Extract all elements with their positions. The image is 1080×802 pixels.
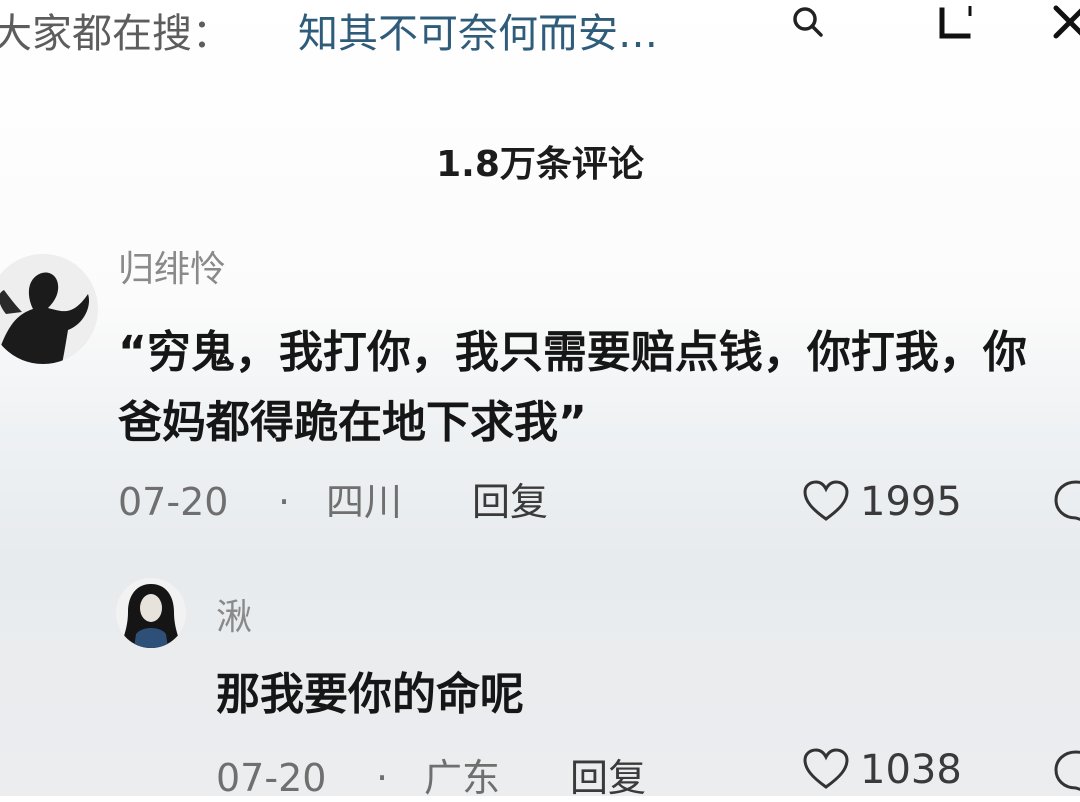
- comment-location: 广东: [424, 756, 501, 800]
- reply-button[interactable]: 回复: [472, 478, 548, 526]
- like-button[interactable]: 1995: [802, 476, 982, 528]
- like-count: 1995: [860, 479, 962, 525]
- heart-icon: [803, 480, 849, 521]
- search-bar[interactable]: 大家都在搜： 知其不可奈何而安…: [0, 0, 1080, 70]
- comment-date: 07-20: [216, 756, 327, 800]
- comment-icon[interactable]: [1052, 748, 1080, 796]
- search-icon[interactable]: [790, 4, 826, 40]
- comment-count-title: 1.8万条评论: [436, 144, 644, 185]
- comment-username[interactable]: 湫: [216, 596, 252, 640]
- avatar[interactable]: [116, 578, 186, 648]
- avatar[interactable]: [0, 254, 98, 364]
- meta-separator: ·: [278, 480, 291, 524]
- hot-search-query[interactable]: 知其不可奈何而安…: [298, 8, 658, 60]
- like-button[interactable]: 1038: [802, 744, 982, 796]
- like-count: 1038: [860, 747, 962, 793]
- comment-text: 那我要你的命呢: [216, 669, 524, 720]
- minimize-icon[interactable]: [936, 4, 976, 44]
- comment-date: 07-20: [118, 480, 229, 524]
- comment-username[interactable]: 归绯怜: [118, 248, 226, 292]
- meta-separator: ·: [376, 756, 389, 800]
- comment-text: “穷鬼，我打你，我只需要赔点钱，你打我，你爸妈都得跪在地下求我”: [118, 327, 1027, 448]
- comment-icon[interactable]: [1052, 478, 1080, 526]
- comment-location: 四川: [326, 480, 403, 524]
- close-icon[interactable]: [1050, 2, 1080, 42]
- reply-button[interactable]: 回复: [570, 754, 646, 802]
- search-prefix: 大家都在搜：: [0, 11, 232, 57]
- heart-icon: [803, 748, 849, 789]
